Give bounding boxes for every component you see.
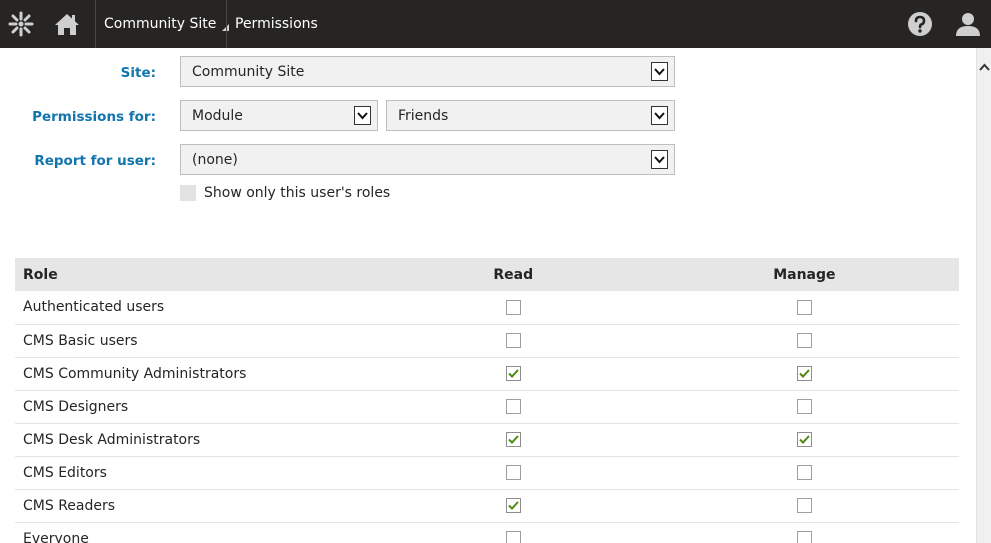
manage-permission-checkbox[interactable] (796, 333, 812, 348)
read-permission-cell (376, 423, 650, 457)
table-row: Everyone (15, 522, 959, 543)
report-for-user-label: Report for user: (34, 153, 156, 169)
site-selector[interactable]: Community Site (96, 0, 230, 48)
manage-permission-cell (649, 357, 959, 391)
checkmark-icon (799, 369, 810, 378)
read-permission-checkbox[interactable] (505, 531, 521, 543)
read-permission-cell (376, 522, 650, 543)
manage-permission-checkbox[interactable] (796, 399, 812, 414)
manage-permission-cell (649, 291, 959, 325)
manage-permission-checkbox[interactable] (796, 299, 812, 315)
show-only-user-roles-label: Show only this user's roles (204, 185, 391, 201)
manage-permission-checkbox[interactable] (796, 432, 812, 447)
checkmark-icon (508, 435, 519, 444)
table-row: CMS Community Administrators (15, 357, 959, 391)
manage-permission-cell (649, 456, 959, 490)
permissions-table-body: Authenticated users CMS Basic users CMS Co… (15, 291, 959, 543)
manage-permission-checkbox[interactable] (796, 531, 812, 543)
manage-permission-cell (649, 423, 959, 457)
read-permission-cell (376, 390, 650, 424)
manage-permission-checkbox[interactable] (796, 498, 812, 513)
table-row: Authenticated users (15, 291, 959, 325)
permissions-for-label: Permissions for: (32, 109, 156, 125)
permissions-type-value: Module (192, 107, 243, 124)
read-permission-checkbox[interactable] (505, 498, 521, 513)
vertical-scrollbar[interactable] (976, 48, 991, 543)
role-name: CMS Readers (15, 489, 377, 523)
main-content: Site: Community Site Permissions for: Mo… (0, 48, 976, 543)
report-user-select[interactable]: (none) (180, 144, 675, 175)
table-row: CMS Designers (15, 390, 959, 424)
role-name: CMS Designers (15, 390, 377, 424)
read-permission-cell (376, 489, 650, 523)
chevron-down-icon (651, 150, 668, 169)
breadcrumb-current-app[interactable]: Permissions (227, 0, 318, 48)
user-icon[interactable] (950, 0, 986, 48)
table-row: CMS Editors (15, 456, 959, 490)
read-permission-checkbox[interactable] (505, 465, 521, 480)
show-only-user-roles-checkbox[interactable] (180, 185, 196, 201)
manage-permission-checkbox[interactable] (796, 366, 812, 381)
read-permission-cell (376, 291, 650, 325)
manage-permission-checkbox[interactable] (796, 465, 812, 480)
header-read: Read (376, 258, 650, 291)
read-permission-checkbox[interactable] (505, 333, 521, 348)
role-name: CMS Editors (15, 456, 377, 490)
manage-permission-cell (649, 390, 959, 424)
read-permission-checkbox[interactable] (505, 366, 521, 381)
role-name: CMS Community Administrators (15, 357, 377, 391)
chevron-down-icon (651, 106, 668, 125)
help-icon[interactable] (904, 0, 936, 48)
checkmark-icon (799, 435, 810, 444)
read-permission-cell (376, 324, 650, 358)
top-bar: Community Site Permissions (0, 0, 991, 48)
manage-permission-cell (649, 489, 959, 523)
read-permission-cell (376, 357, 650, 391)
site-label: Site: (120, 65, 156, 81)
report-user-value: (none) (192, 151, 238, 168)
chevron-down-icon (354, 106, 371, 125)
table-row: CMS Desk Administrators (15, 423, 959, 457)
role-name: CMS Basic users (15, 324, 377, 358)
header-manage: Manage (649, 258, 959, 291)
chevron-down-icon (651, 62, 668, 81)
permissions-module-value: Friends (398, 107, 449, 124)
read-permission-checkbox[interactable] (505, 432, 521, 447)
table-row: CMS Basic users (15, 324, 959, 358)
checkmark-icon (508, 369, 519, 378)
home-icon[interactable] (44, 0, 90, 48)
manage-permission-cell (649, 522, 959, 543)
role-name: Everyone (15, 522, 377, 543)
read-permission-checkbox[interactable] (505, 299, 521, 315)
site-select-value: Community Site (192, 63, 305, 80)
logo-icon[interactable] (0, 0, 42, 48)
table-header-row: Role Read Manage (15, 258, 959, 291)
read-permission-checkbox[interactable] (505, 399, 521, 414)
permissions-module-select[interactable]: Friends (386, 100, 675, 131)
role-name: Authenticated users (15, 291, 377, 325)
site-selector-label: Community Site (104, 16, 217, 32)
role-name: CMS Desk Administrators (15, 423, 377, 457)
table-row: CMS Readers (15, 489, 959, 523)
show-only-user-roles: Show only this user's roles (180, 185, 390, 201)
read-permission-cell (376, 456, 650, 490)
scroll-up-icon[interactable] (977, 60, 991, 74)
permissions-table: Role Read Manage Authenticated users CMS … (15, 258, 959, 543)
header-role: Role (15, 258, 377, 291)
checkmark-icon (508, 501, 519, 510)
permissions-type-select[interactable]: Module (180, 100, 378, 131)
site-select[interactable]: Community Site (180, 56, 675, 87)
manage-permission-cell (649, 324, 959, 358)
